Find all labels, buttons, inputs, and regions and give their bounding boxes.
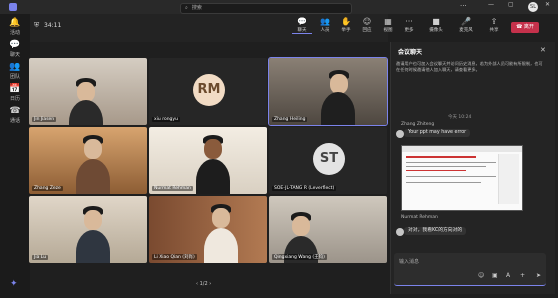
participant-name: Nurmat Rehman (152, 186, 193, 191)
people-icon: 👥 (320, 17, 330, 26)
screenshot-text (406, 156, 476, 158)
search-input[interactable]: ⌕ 搜索 (180, 3, 352, 14)
raise-hand-icon: ✋ (341, 17, 351, 26)
chat-title: 会议聊天 (398, 49, 423, 56)
people-button[interactable]: 👥 人员 (315, 17, 335, 33)
camera-button[interactable]: ■ 摄像头 (426, 17, 446, 33)
message-sender: Nurmat Rehman (401, 215, 438, 220)
message-input[interactable]: 输入消息 (399, 258, 419, 265)
screenshot-toolbar (402, 146, 522, 152)
close-icon[interactable]: ✕ (540, 46, 546, 54)
leave-button[interactable]: ☎ 离开 (511, 22, 539, 33)
minimize-button[interactable]: — (488, 1, 494, 8)
participant-tile[interactable]: ST SOE-JL-TANG R (Leverflect) (269, 127, 387, 194)
rail-activity[interactable]: 🔔 活动 (0, 18, 30, 36)
participant-initials: RM (193, 74, 225, 106)
grid-pager[interactable]: ‹ 1/2 › (196, 281, 211, 287)
gif-icon[interactable]: ▣ (492, 272, 498, 279)
shared-screenshot[interactable] (401, 145, 523, 211)
raise-hand-button[interactable]: ✋ 举手 (336, 17, 356, 33)
phone-icon: ☎ (516, 24, 524, 30)
participant-name: Qingxiang Wang (王钧) (272, 254, 327, 260)
video-figure (204, 139, 222, 159)
emoji-icon[interactable]: ☺ (478, 272, 484, 279)
avatar (396, 228, 404, 236)
avatar (396, 130, 404, 138)
activity-icon: 🔔 (9, 18, 21, 28)
send-icon[interactable]: ➤ (536, 272, 541, 279)
view-button[interactable]: ▦ 视图 (378, 17, 398, 33)
participant-tile[interactable]: Zhang Zeze (29, 127, 147, 194)
screenshot-text (406, 170, 466, 171)
format-icon[interactable]: A (506, 272, 510, 279)
video-figure (84, 139, 102, 159)
video-figure (77, 82, 95, 102)
participant-name: Jin Jiasen (32, 117, 57, 122)
chat-icon: 💬 (297, 17, 307, 26)
date-separator: 今天 10:24 (448, 115, 472, 120)
share-button[interactable]: ⇪ 共享 (484, 17, 504, 33)
share-icon: ⇪ (490, 17, 498, 26)
participant-tile[interactable]: Jin Jiasen (29, 58, 147, 125)
mic-icon: 🎤 (461, 17, 471, 26)
participant-tile[interactable]: Li Xiao Qian (刘肖) (149, 196, 267, 263)
participant-tile[interactable]: Zhang Heiling (268, 57, 388, 126)
react-button[interactable]: ☺ 回应 (357, 17, 377, 33)
maximize-button[interactable]: ▢ (508, 1, 514, 8)
participant-tile[interactable]: RM xiu rongyu (149, 58, 267, 125)
participant-name: Zhang Zeze (32, 186, 63, 191)
message-sender: Zhang Zhiteng (401, 122, 435, 127)
more-icon: ··· (405, 17, 413, 26)
close-window-button[interactable]: ✕ (545, 1, 550, 8)
avatar[interactable]: SL (528, 2, 538, 12)
teams-logo-icon (9, 3, 17, 11)
add-icon[interactable]: + (520, 272, 525, 279)
calls-icon: ☎ (9, 106, 21, 116)
screenshot-text (406, 166, 486, 167)
copilot-icon[interactable]: ✦ (10, 279, 20, 289)
screenshot-text (406, 182, 481, 183)
meeting-timer: 34:11 (44, 22, 62, 29)
chat-button[interactable]: 💬 聊天 (292, 17, 312, 34)
video-figure (212, 208, 230, 228)
video-figure (84, 210, 102, 230)
screenshot-sidebar (498, 154, 519, 204)
participant-name: xiu rongyu (152, 117, 180, 122)
chat-icon: 💬 (9, 40, 21, 50)
chat-message[interactable]: 对对，我看KC的方向对的 (404, 227, 467, 235)
participant-tile[interactable]: Jia Lu (29, 196, 147, 263)
participant-tile[interactable]: Nurmat Rehman (149, 127, 267, 194)
react-icon: ☺ (362, 17, 372, 26)
participant-initials: ST (313, 143, 345, 175)
calendar-icon: 📅 (9, 84, 21, 94)
video-figure (330, 74, 348, 94)
chat-message[interactable]: Your ppt may have error (404, 129, 471, 137)
view-icon: ▦ (384, 17, 392, 26)
rail-calls[interactable]: ☎ 通话 (0, 106, 30, 124)
mic-button[interactable]: 🎤 麦克风 (456, 17, 476, 33)
teams-icon: 👥 (9, 62, 21, 72)
participant-name: Jia Lu (32, 255, 49, 260)
screenshot-text (406, 162, 496, 163)
participant-name: SOE-JL-TANG R (Leverflect) (272, 186, 337, 191)
screenshot-text (406, 176, 496, 177)
search-icon: ⌕ (185, 5, 188, 11)
video-figure (292, 216, 310, 236)
participant-name: Li Xiao Qian (刘肖) (152, 254, 197, 260)
shield-icon: ⛨ (34, 21, 40, 29)
camera-icon: ■ (432, 17, 440, 26)
more-button[interactable]: ··· 更多 (399, 17, 419, 33)
participant-name: Zhang Heiling (272, 117, 308, 122)
more-options-icon[interactable]: ··· (460, 2, 467, 10)
chat-notice: 邀请用户也可加入会议聊天并访问历史消息，若为外部人员可能有所限制，也可在任何时候… (396, 61, 543, 72)
rail-chat[interactable]: 💬 聊天 (0, 40, 30, 58)
participant-tile[interactable]: Qingxiang Wang (王钧) (269, 196, 387, 263)
rail-teams[interactable]: 👥 团队 (0, 62, 30, 80)
rail-calendar[interactable]: 📅 日历 (0, 84, 30, 102)
app-rail: 🔔 活动 💬 聊天 👥 团队 📅 日历 ☎ 通话 (0, 14, 30, 298)
